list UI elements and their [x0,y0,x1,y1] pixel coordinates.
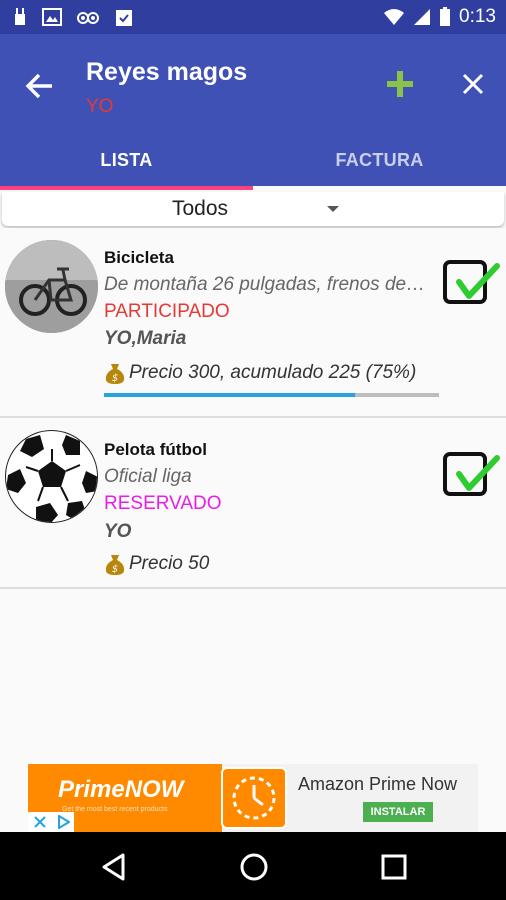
list-item[interactable]: Pelota fútbol Oficial liga RESERVADO YO … [0,418,506,589]
item-status: PARTICIPADO [104,301,230,322]
money-bag-icon: $ [105,364,125,384]
ad-install-button[interactable]: INSTALAR [363,802,433,822]
ad-choices[interactable] [28,812,74,832]
item-price-row: $ Precio 50 [104,552,209,576]
item-name: Pelota fútbol [104,440,207,459]
tripadvisor-icon [77,12,99,24]
svg-text:$: $ [112,564,118,575]
item-description: De montaña 26 pulgadas, frenos de… [104,274,426,295]
item-image [5,240,98,333]
back-triangle-icon[interactable] [100,852,130,882]
list-item[interactable]: Bicicleta De montaña 26 pulgadas, frenos… [0,228,506,418]
notification-icons [12,7,134,27]
back-arrow-icon[interactable] [22,68,58,104]
add-icon[interactable] [382,66,418,102]
item-price: Precio 300, acumulado 225 (75%) [129,362,417,383]
recents-square-icon[interactable] [379,852,409,882]
ad-brand-logo: PrimeNOW [58,776,184,803]
battery-icon [440,7,451,26]
ad-close-icon[interactable] [33,815,47,829]
usb-icon [15,8,25,25]
status-bar: 0:13 [0,0,506,34]
ad-banner[interactable]: PrimeNOW Get the most best recent produc… [28,764,478,832]
checkbox-checked-icon[interactable] [441,258,503,310]
item-divider [0,587,506,589]
wifi-icon [384,9,405,25]
tab-bar: LISTA FACTURA [0,134,506,186]
soccer-ball-image [6,432,97,522]
app-bar: Reyes magos YO LISTA FACTURA [0,34,506,186]
item-name: Bicicleta [104,248,174,267]
page-title: Reyes magos [86,58,248,86]
image-icon [42,8,62,26]
item-image [5,430,98,523]
funding-progress-bar [104,393,439,397]
checkbox-checked-icon[interactable] [441,450,503,502]
item-participants: YO,Maria [104,328,187,349]
item-participants: YO [104,521,132,542]
ad-tagline: Get the most best recent products [62,806,168,813]
close-icon[interactable] [457,68,489,100]
svg-text:$: $ [112,373,118,384]
bicycle-image [5,240,98,333]
filter-dropdown[interactable]: Todos [2,192,504,226]
money-bag-icon: $ [105,555,125,575]
tab-indicator [0,186,253,190]
system-nav-bar [0,832,506,900]
system-status: 0:13 [383,6,496,28]
item-description: Oficial liga [104,466,192,487]
item-price-row: $ Precio 300, acumulado 225 (75%) [104,361,416,385]
home-circle-icon[interactable] [239,852,269,882]
clock: 0:13 [459,6,496,27]
item-price: Precio 50 [129,553,210,574]
tab-factura[interactable]: FACTURA [253,134,506,186]
ad-title: Amazon Prime Now [298,774,458,794]
prime-now-clock-icon [221,767,287,829]
signal-icon [414,9,431,25]
clipboard-check-icon [116,10,132,26]
tab-lista[interactable]: LISTA [0,134,253,186]
item-status: RESERVADO [104,493,222,514]
ad-info-icon[interactable] [56,815,70,829]
dropdown-caret-icon [327,206,339,212]
filter-value: Todos [172,197,229,220]
funding-progress-fill [104,393,356,397]
page-subtitle: YO [86,96,114,117]
